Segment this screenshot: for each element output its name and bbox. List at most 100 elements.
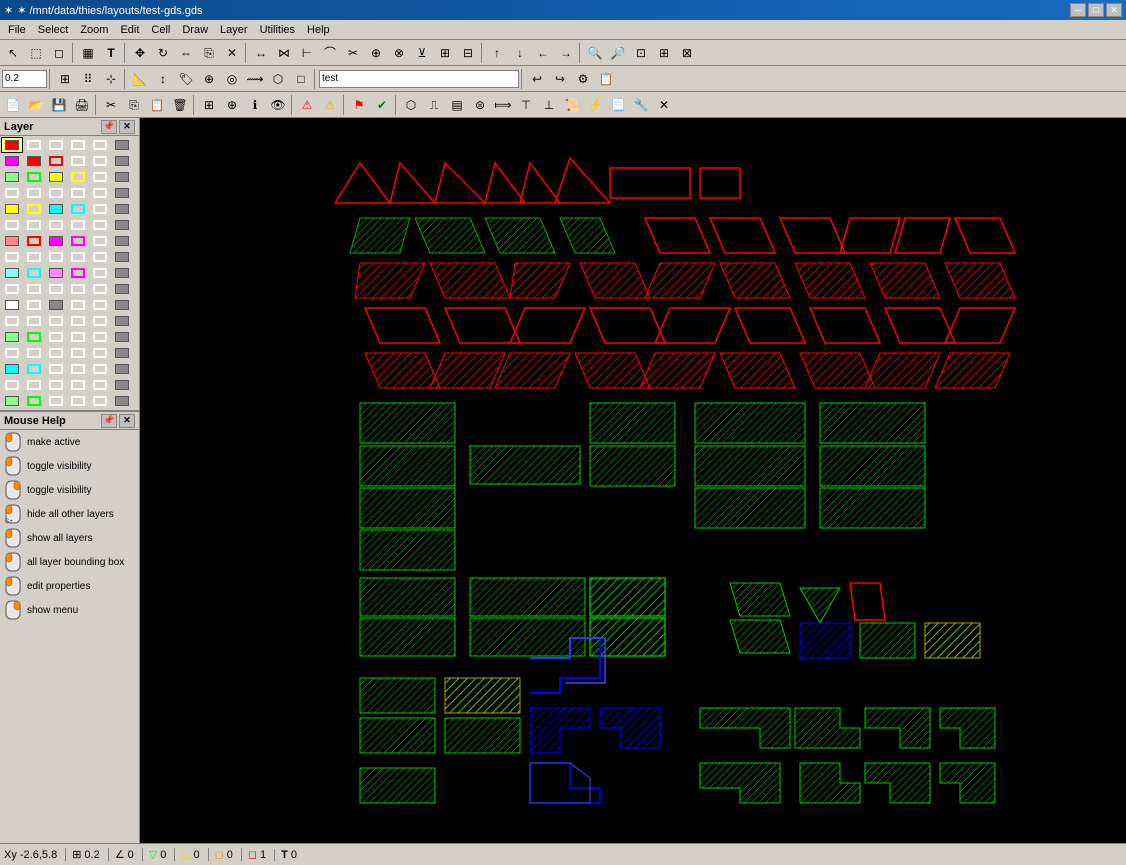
menu-edit[interactable]: Edit	[114, 22, 145, 38]
tb-grow[interactable]: ⊞	[434, 42, 456, 64]
tb-dim[interactable]: ↕	[152, 68, 174, 90]
layer-cell[interactable]	[1, 329, 23, 345]
menu-draw[interactable]: Draw	[176, 22, 214, 38]
layer-cell[interactable]	[23, 361, 45, 377]
layer-cell[interactable]	[45, 345, 67, 361]
layer-cell[interactable]	[89, 153, 111, 169]
canvas-area[interactable]	[140, 118, 1126, 843]
tb-new[interactable]: 📄	[2, 94, 24, 116]
layer-cell[interactable]	[23, 265, 45, 281]
layer-cell[interactable]	[89, 361, 111, 377]
tb-merge[interactable]: ⊕	[365, 42, 387, 64]
layer-cell[interactable]	[45, 361, 67, 377]
tb-ruler[interactable]: 📐	[129, 68, 151, 90]
layer-close[interactable]: ✕	[119, 120, 135, 134]
tb-undo[interactable]: ↩	[526, 68, 548, 90]
tb-cell-prop[interactable]: ℹ	[244, 94, 266, 116]
layer-cell[interactable]	[67, 297, 89, 313]
layer-cell[interactable]	[45, 297, 67, 313]
tb-layer-grid[interactable]: ▦	[77, 42, 99, 64]
layer-cell[interactable]	[23, 153, 45, 169]
layer-cell[interactable]	[111, 265, 133, 281]
tb-extract[interactable]: ⊜	[469, 94, 491, 116]
layer-cell[interactable]	[89, 329, 111, 345]
layer-cell[interactable]	[89, 233, 111, 249]
menu-zoom[interactable]: Zoom	[74, 22, 114, 38]
tb-zoom-next[interactable]: ⊠	[676, 42, 698, 64]
layer-cell[interactable]	[67, 249, 89, 265]
layer-cell[interactable]	[111, 137, 133, 153]
tb-intersect[interactable]: ⊗	[388, 42, 410, 64]
menu-help[interactable]: Help	[301, 22, 336, 38]
tb-left[interactable]: ←	[532, 42, 554, 64]
tb-flag[interactable]: ⚑	[348, 94, 370, 116]
tb-paste[interactable]: 📋	[146, 94, 168, 116]
tb-grid-dots[interactable]: ⠿	[77, 68, 99, 90]
tb-poly[interactable]: ⬡	[267, 68, 289, 90]
tb-print[interactable]: 🖨	[71, 94, 93, 116]
layer-cell[interactable]	[111, 329, 133, 345]
layer-cell[interactable]	[45, 393, 67, 409]
tb-up[interactable]: ↑	[486, 42, 508, 64]
layer-cell[interactable]	[67, 345, 89, 361]
layer-cell[interactable]	[89, 281, 111, 297]
layer-cell[interactable]	[111, 217, 133, 233]
tb-select-area[interactable]: ◻	[48, 42, 70, 64]
layer-cell[interactable]	[45, 217, 67, 233]
menu-cell[interactable]: Cell	[145, 22, 176, 38]
layer-cell[interactable]	[67, 281, 89, 297]
layer-cell[interactable]	[89, 137, 111, 153]
tb-select-box[interactable]: ⬚	[25, 42, 47, 64]
layer-cell[interactable]	[23, 137, 45, 153]
layout-canvas[interactable]	[140, 118, 1126, 843]
layer-cell[interactable]	[1, 377, 23, 393]
tb-flat[interactable]: ⊥	[538, 94, 560, 116]
tb-redo[interactable]: ↪	[549, 68, 571, 90]
tb-script[interactable]: 📜	[561, 94, 583, 116]
layer-cell[interactable]	[23, 201, 45, 217]
layer-cell[interactable]	[1, 281, 23, 297]
layer-cell[interactable]	[23, 169, 45, 185]
tb-close-x[interactable]: ✕	[653, 94, 675, 116]
tb-label[interactable]: 🏷	[175, 68, 197, 90]
layer-cell[interactable]	[1, 153, 23, 169]
tb-shrink[interactable]: ⊟	[457, 42, 479, 64]
tb-chop[interactable]: ✂	[342, 42, 364, 64]
layer-cell[interactable]	[45, 201, 67, 217]
tb-zoom-prev[interactable]: ⊞	[653, 42, 675, 64]
tb-settings[interactable]: ⚙	[572, 68, 594, 90]
layer-cell[interactable]	[111, 185, 133, 201]
layer-cell[interactable]	[111, 313, 133, 329]
tb-flip[interactable]: ⇔	[175, 42, 197, 64]
layer-cell[interactable]	[67, 265, 89, 281]
tb-copy2[interactable]: ⎘	[123, 94, 145, 116]
tb-grid-toggle[interactable]: ⊞	[54, 68, 76, 90]
layer-cell[interactable]	[1, 393, 23, 409]
layer-cell[interactable]	[89, 265, 111, 281]
menu-utilities[interactable]: Utilities	[254, 22, 301, 38]
tb-text[interactable]: T	[100, 42, 122, 64]
tb-lvs[interactable]: ⎍	[423, 94, 445, 116]
layer-cell[interactable]	[1, 201, 23, 217]
layer-cell[interactable]	[89, 313, 111, 329]
tb-cell-new[interactable]: ⊕	[221, 94, 243, 116]
minimize-button[interactable]: ─	[1070, 3, 1086, 17]
tb-split[interactable]: ⊢	[296, 42, 318, 64]
layer-cell[interactable]	[23, 313, 45, 329]
layer-cell[interactable]	[67, 185, 89, 201]
layer-cell[interactable]	[67, 137, 89, 153]
tb-sim[interactable]: ⟾	[492, 94, 514, 116]
layer-cell[interactable]	[89, 169, 111, 185]
tb-macro[interactable]: ⚡	[584, 94, 606, 116]
layer-cell[interactable]	[89, 297, 111, 313]
layer-cell[interactable]	[23, 377, 45, 393]
layer-cell[interactable]	[67, 169, 89, 185]
layer-cell[interactable]	[45, 153, 67, 169]
mouse-pin[interactable]: 📌	[101, 414, 117, 428]
layer-cell[interactable]	[89, 185, 111, 201]
tb-check[interactable]: ✔	[371, 94, 393, 116]
layer-cell[interactable]	[111, 361, 133, 377]
menu-layer[interactable]: Layer	[214, 22, 254, 38]
layer-cell[interactable]	[89, 249, 111, 265]
close-button[interactable]: ✕	[1106, 3, 1122, 17]
